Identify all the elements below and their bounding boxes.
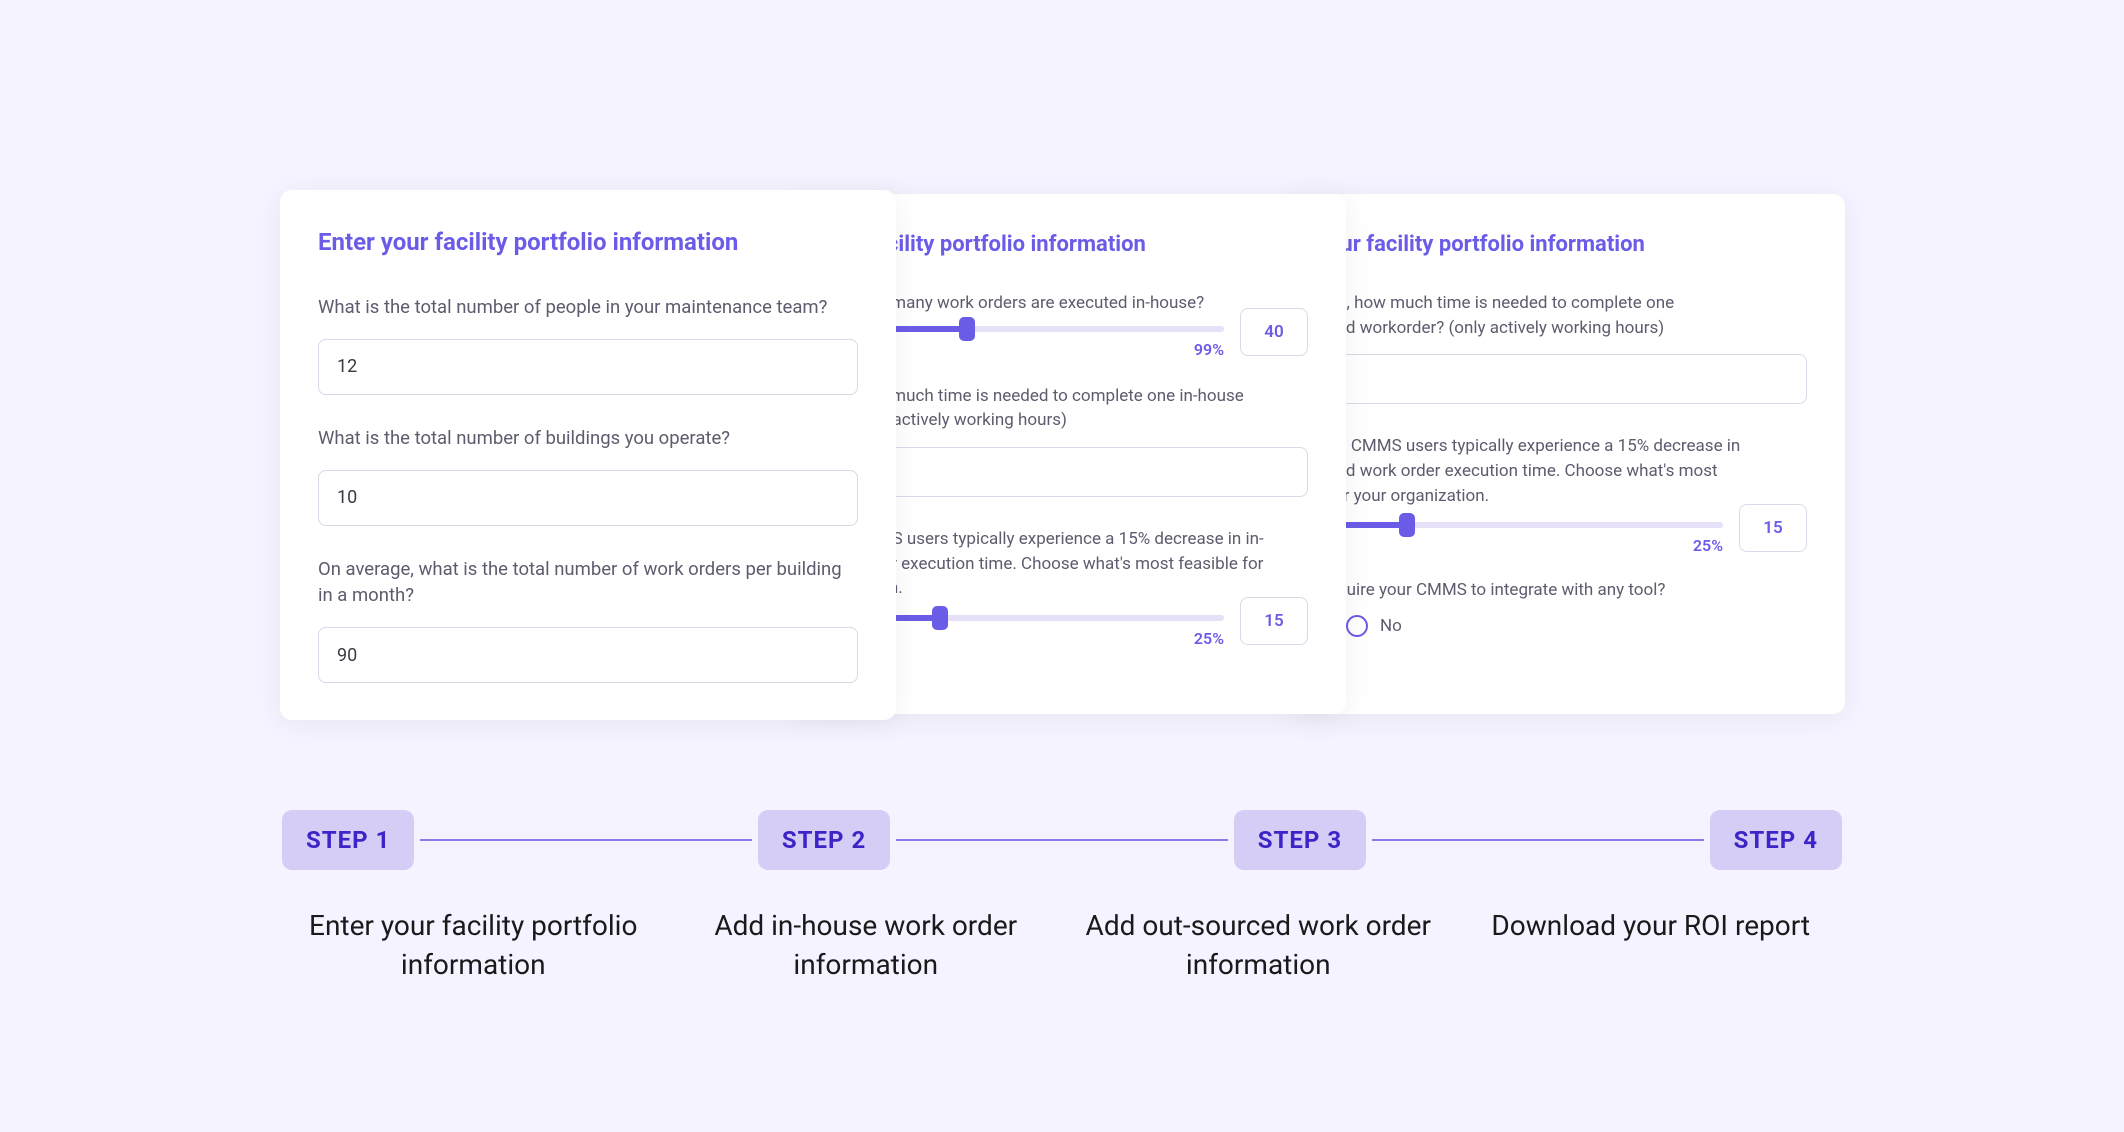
team-size-input[interactable]: [318, 339, 858, 395]
field-label: ed CMMS users typically experience a 15%…: [1328, 434, 1807, 508]
form-card-outsourced: our facility portfolio information ge, h…: [1290, 194, 1845, 714]
slider-value[interactable]: 15: [1739, 504, 1807, 552]
step-badge-3[interactable]: STEP 3: [1234, 810, 1366, 870]
field-label: On average, what is the total number of …: [318, 556, 858, 610]
field-label: ge, how many work orders are executed in…: [829, 291, 1308, 316]
radio-label: No: [1380, 616, 1402, 636]
field-team-size: What is the total number of people in yo…: [318, 294, 858, 395]
slider-max-label: 99%: [1194, 340, 1224, 359]
workorders-input[interactable]: [318, 627, 858, 683]
field-label: ge, how much time is needed to complete …: [1328, 291, 1807, 340]
slider-value[interactable]: 15: [1240, 597, 1308, 645]
step-connector: [1372, 839, 1704, 841]
step-badge-4[interactable]: STEP 4: [1710, 810, 1842, 870]
field-label: equire your CMMS to integrate with any t…: [1328, 578, 1807, 603]
slider-row: 25% 15: [829, 615, 1308, 647]
field-workorders: On average, what is the total number of …: [318, 556, 858, 684]
slider-row: 99% 40: [829, 326, 1308, 358]
step-connector: [896, 839, 1228, 841]
field-label: ge, how much time is needed to complete …: [829, 384, 1308, 433]
step-desc-1: Enter your facility portfolio informatio…: [282, 906, 665, 984]
step-desc-4: Download your ROI report: [1460, 906, 1843, 945]
slider-row: 25% 15: [1328, 522, 1807, 554]
field-inhouse-wo: ge, how many work orders are executed in…: [829, 291, 1308, 358]
step-desc-2: Add in-house work order information: [675, 906, 1058, 984]
radio-option-no[interactable]: No: [1328, 615, 1807, 637]
slider-value[interactable]: 40: [1240, 308, 1308, 356]
step-desc-3: Add out-sourced work order information: [1067, 906, 1450, 984]
field-inhouse-decrease: ed CMMS users typically experience a 15%…: [829, 527, 1308, 647]
step-connector: [420, 839, 752, 841]
form-card-portfolio: Enter your facility portfolio informatio…: [280, 190, 896, 720]
outsourced-time-input[interactable]: [1328, 354, 1807, 404]
outsourced-decrease-slider[interactable]: 25%: [1328, 522, 1723, 554]
buildings-input[interactable]: [318, 470, 858, 526]
field-buildings: What is the total number of buildings yo…: [318, 425, 858, 526]
slider-max-label: 25%: [1194, 629, 1224, 648]
card-title: Enter your facility portfolio informatio…: [318, 228, 858, 256]
field-label: ed CMMS users typically experience a 15%…: [829, 527, 1308, 601]
field-inhouse-time: ge, how much time is needed to complete …: [829, 384, 1308, 497]
stepper-badges-row: STEP 1 STEP 2 STEP 3 STEP 4: [282, 810, 1842, 870]
field-label: What is the total number of people in yo…: [318, 294, 858, 321]
inhouse-time-input[interactable]: [829, 447, 1308, 497]
card-title: our facility portfolio information: [1328, 232, 1807, 257]
forms-area: our facility portfolio information ge, h…: [0, 190, 2124, 730]
field-integrate: equire your CMMS to integrate with any t…: [1328, 578, 1807, 637]
stepper-descriptions-row: Enter your facility portfolio informatio…: [282, 906, 1842, 984]
radio-icon: [1346, 615, 1368, 637]
field-outsourced-decrease: ed CMMS users typically experience a 15%…: [1328, 434, 1807, 554]
step-badge-1[interactable]: STEP 1: [282, 810, 414, 870]
step-badge-2[interactable]: STEP 2: [758, 810, 890, 870]
field-outsourced-time: ge, how much time is needed to complete …: [1328, 291, 1807, 404]
card-title: our facility portfolio information: [829, 232, 1308, 257]
slider-max-label: 25%: [1693, 536, 1723, 555]
stepper: STEP 1 STEP 2 STEP 3 STEP 4 Enter your f…: [282, 810, 1842, 984]
field-label: What is the total number of buildings yo…: [318, 425, 858, 452]
